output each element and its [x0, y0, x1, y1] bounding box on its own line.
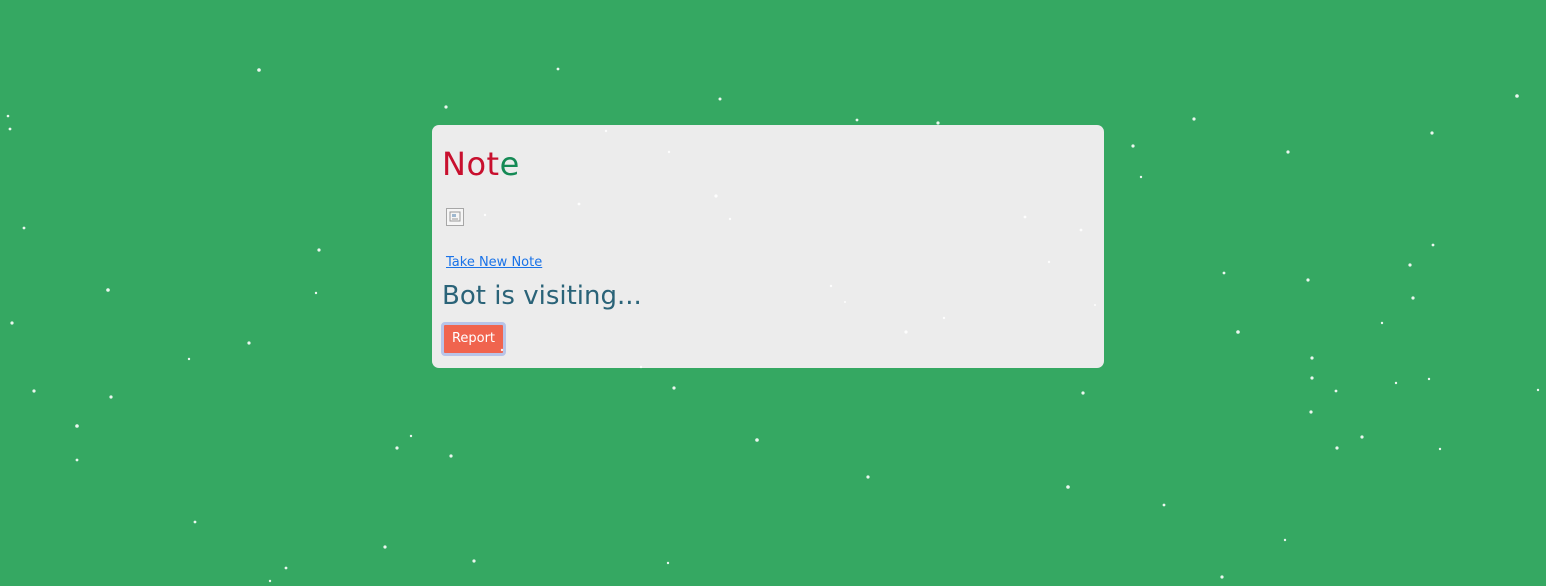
- snowflake: [755, 438, 759, 442]
- snowflake: [1408, 263, 1412, 267]
- title-letter: e: [499, 145, 520, 183]
- snowflake: [106, 288, 110, 292]
- snowflake: [1162, 503, 1166, 507]
- snowflake: [1427, 377, 1431, 381]
- snowflake: [1536, 388, 1540, 392]
- snowflake: [449, 454, 453, 458]
- snowflake: [1131, 144, 1135, 148]
- snowflake: [1360, 435, 1364, 439]
- snowflake: [75, 458, 79, 462]
- snowflake: [193, 520, 197, 524]
- snowflake: [1306, 278, 1310, 282]
- snowflake: [247, 341, 251, 345]
- snowflake: [444, 105, 448, 109]
- snowflake: [1309, 410, 1313, 414]
- snowflake: [6, 114, 10, 118]
- snowflake: [666, 561, 670, 565]
- snowflake: [1430, 131, 1434, 135]
- snowflake: [10, 321, 14, 325]
- snowflake: [1334, 389, 1338, 393]
- snowflake: [1411, 296, 1415, 300]
- snowflake: [1236, 330, 1240, 334]
- snowflake: [1066, 485, 1070, 489]
- snowflake: [187, 357, 191, 361]
- snowflake: [472, 559, 476, 563]
- snowflake: [8, 127, 12, 131]
- snowflake: [75, 424, 79, 428]
- page-title: Note: [442, 145, 520, 183]
- snowflake: [1310, 356, 1314, 360]
- snowflake: [284, 566, 288, 570]
- snowflake: [855, 118, 859, 122]
- snowflake: [1220, 575, 1224, 579]
- bot-status-text: Bot is visiting...: [442, 281, 642, 311]
- snowflake: [1081, 391, 1085, 395]
- note-card: Note Take New Note Bot is visiting... Re…: [432, 125, 1104, 368]
- snowflake: [268, 579, 272, 583]
- snowflake: [409, 434, 413, 438]
- title-letter: N: [442, 145, 467, 183]
- snowflake: [109, 395, 113, 399]
- snowflake: [32, 389, 36, 393]
- snowflake: [383, 545, 387, 549]
- snowflake: [1431, 243, 1435, 247]
- snowflake: [1515, 94, 1519, 98]
- snowflake: [257, 68, 261, 72]
- snowflake: [1438, 447, 1442, 451]
- snowflake: [314, 291, 318, 295]
- snowflake: [1222, 271, 1226, 275]
- snowflake: [22, 226, 26, 230]
- title-letter: o: [466, 145, 487, 183]
- take-new-note-link[interactable]: Take New Note: [446, 255, 542, 270]
- snowflake: [1335, 446, 1339, 450]
- snowflake: [1394, 381, 1398, 385]
- snowflake: [1286, 150, 1290, 154]
- report-button[interactable]: Report: [441, 322, 506, 356]
- snowflake: [1380, 321, 1384, 325]
- snowflake: [1310, 376, 1314, 380]
- snowflake: [395, 446, 399, 450]
- snowflake: [1283, 538, 1287, 542]
- title-letter: t: [486, 145, 500, 183]
- snowflake: [556, 67, 560, 71]
- snowflake: [1139, 175, 1143, 179]
- snowflake: [866, 475, 870, 479]
- snowflake: [672, 386, 676, 390]
- snowflake: [317, 248, 321, 252]
- snowflake: [1192, 117, 1196, 121]
- snowflake: [718, 97, 722, 101]
- broken-image-icon: [446, 208, 464, 226]
